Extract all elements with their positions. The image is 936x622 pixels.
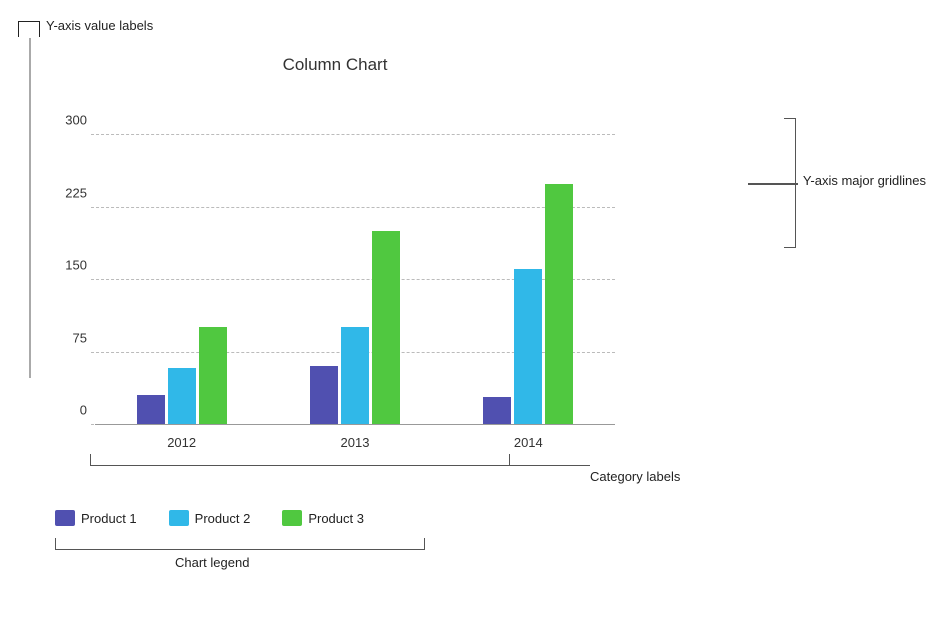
yaxis-gridlines-annotation: Y-axis major gridlines (803, 173, 926, 188)
legend-color-product2 (169, 510, 189, 526)
bar-2013-product2 (341, 327, 369, 424)
yaxis-label-annotation: Y-axis value labels (18, 18, 153, 37)
legend-annotation-label: Chart legend (175, 555, 249, 570)
bar-2012-product2 (168, 368, 196, 424)
ylabel-0: 0 (55, 403, 87, 418)
bars-container (95, 85, 615, 425)
chart-inner: 300 225 150 75 0 (55, 85, 615, 425)
yaxis-gridlines-bracket-container (778, 118, 796, 248)
category-label-annotation: Category labels (590, 469, 680, 484)
yaxis-label-text: Y-axis value labels (46, 18, 153, 33)
bar-2014-product2 (514, 269, 542, 424)
ylabel-150: 150 (55, 258, 87, 273)
page-container: Y-axis value labels Column Chart 300 225… (0, 0, 936, 622)
bar-2012-product3 (199, 327, 227, 424)
legend-item-product1: Product 1 (55, 510, 137, 526)
legend-color-product3 (282, 510, 302, 526)
legend-label-product1: Product 1 (81, 511, 137, 526)
bar-2012-product1 (137, 395, 165, 424)
group-2012 (137, 327, 227, 424)
category-bracket (90, 454, 510, 466)
legend: Product 1 Product 2 Product 3 (55, 510, 364, 526)
bar-2014-product3 (545, 184, 573, 424)
legend-item-product3: Product 3 (282, 510, 364, 526)
ylabel-225: 225 (55, 185, 87, 200)
legend-label-product2: Product 2 (195, 511, 251, 526)
ylabel-300: 300 (55, 113, 87, 128)
legend-bracket-container: Chart legend (55, 530, 425, 550)
legend-label-product3: Product 3 (308, 511, 364, 526)
yaxis-gridlines-ann-line (748, 183, 798, 185)
legend-color-product1 (55, 510, 75, 526)
legend-item-product2: Product 2 (169, 510, 251, 526)
chart-title: Column Chart (55, 55, 615, 75)
group-2013 (310, 231, 400, 424)
bar-2013-product1 (310, 366, 338, 424)
category-bracket-container: Category labels (90, 448, 510, 466)
legend-bracket (55, 538, 425, 550)
bar-2014-product1 (483, 397, 511, 424)
ylabel-75: 75 (55, 330, 87, 345)
category-bracket-line (510, 465, 590, 467)
bar-2013-product3 (372, 231, 400, 424)
chart-area: Column Chart 300 225 150 75 0 (55, 55, 615, 445)
group-2014 (483, 184, 573, 424)
